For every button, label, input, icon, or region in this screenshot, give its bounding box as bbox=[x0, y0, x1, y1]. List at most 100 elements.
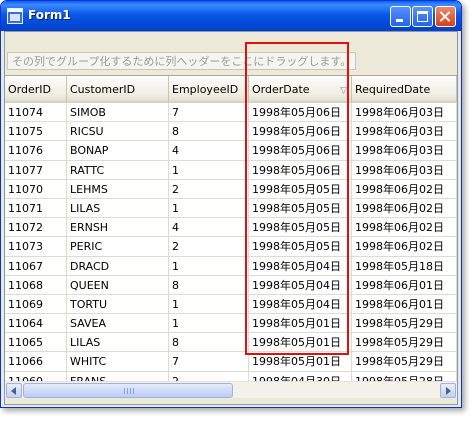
cell-requireddate[interactable]: 1998年06月02日 bbox=[352, 218, 457, 238]
table-row[interactable]: 11067 DRACD 1 1998年05月04日 1998年05月18日 bbox=[5, 256, 457, 276]
cell-requireddate[interactable]: 1998年06月01日 bbox=[352, 275, 457, 295]
table-row[interactable]: 11071 LILAS 1 1998年05月05日 1998年06月02日 bbox=[5, 198, 457, 219]
cell-orderdate[interactable]: 1998年05月04日 bbox=[249, 294, 352, 315]
cell-orderid[interactable]: 11077 bbox=[5, 160, 67, 180]
cell-customerid[interactable]: TORTU bbox=[67, 294, 169, 315]
cell-requireddate[interactable]: 1998年06月02日 bbox=[352, 237, 457, 257]
cell-orderid[interactable]: 11075 bbox=[5, 122, 67, 142]
table-row[interactable]: 11073 PERIC 2 1998年05月05日 1998年06月02日 bbox=[5, 237, 457, 257]
cell-orderdate[interactable]: 1998年05月06日 bbox=[249, 122, 352, 142]
title-bar[interactable]: Form1 bbox=[1, 1, 461, 31]
cell-orderid[interactable]: 11069 bbox=[5, 294, 67, 315]
cell-orderid[interactable]: 11064 bbox=[5, 314, 67, 334]
cell-employeeid[interactable]: 1 bbox=[169, 256, 249, 276]
cell-requireddate[interactable]: 1998年05月29日 bbox=[352, 352, 457, 372]
cell-orderdate[interactable]: 1998年05月06日 bbox=[249, 160, 352, 180]
column-header-orderid[interactable]: OrderID bbox=[5, 76, 67, 103]
column-header-requireddate[interactable]: RequiredDate bbox=[352, 76, 457, 103]
cell-customerid[interactable]: DRACD bbox=[67, 256, 169, 276]
cell-employeeid[interactable]: 2 bbox=[169, 179, 249, 199]
cell-orderdate[interactable]: 1998年05月01日 bbox=[249, 333, 352, 353]
cell-customerid[interactable]: LILAS bbox=[67, 198, 169, 219]
cell-employeeid[interactable]: 4 bbox=[169, 218, 249, 238]
cell-requireddate[interactable]: 1998年05月28日 bbox=[352, 371, 457, 381]
cell-customerid[interactable]: PERIC bbox=[67, 237, 169, 257]
cell-orderid[interactable]: 11067 bbox=[5, 256, 67, 276]
cell-employeeid[interactable]: 1 bbox=[169, 314, 249, 334]
cell-customerid[interactable]: LEHMS bbox=[67, 179, 169, 199]
cell-customerid[interactable]: ERNSH bbox=[67, 218, 169, 238]
table-row[interactable]: 11064 SAVEA 1 1998年05月01日 1998年05月29日 bbox=[5, 314, 457, 334]
cell-customerid[interactable]: RATTC bbox=[67, 160, 169, 180]
cell-employeeid[interactable]: 2 bbox=[169, 237, 249, 257]
cell-requireddate[interactable]: 1998年06月03日 bbox=[352, 160, 457, 180]
scroll-left-arrow-icon[interactable] bbox=[6, 383, 22, 398]
cell-orderdate[interactable]: 1998年05月04日 bbox=[249, 256, 352, 276]
cell-customerid[interactable]: RICSU bbox=[67, 122, 169, 142]
table-row[interactable]: 11072 ERNSH 4 1998年05月05日 1998年06月02日 bbox=[5, 218, 457, 238]
cell-requireddate[interactable]: 1998年06月02日 bbox=[352, 198, 457, 219]
cell-customerid[interactable]: BONAP bbox=[67, 141, 169, 161]
cell-orderid[interactable]: 11060 bbox=[5, 371, 67, 381]
cell-orderdate[interactable]: 1998年05月06日 bbox=[249, 141, 352, 161]
cell-orderid[interactable]: 11068 bbox=[5, 275, 67, 295]
cell-customerid[interactable]: WHITC bbox=[67, 352, 169, 372]
table-row[interactable]: 11077 RATTC 1 1998年05月06日 1998年06月03日 bbox=[5, 160, 457, 180]
cell-customerid[interactable]: LILAS bbox=[67, 333, 169, 353]
cell-employeeid[interactable]: 8 bbox=[169, 122, 249, 142]
table-row[interactable]: 11066 WHITC 7 1998年05月01日 1998年05月29日 bbox=[5, 352, 457, 372]
maximize-button[interactable] bbox=[412, 6, 433, 27]
cell-requireddate[interactable]: 1998年05月29日 bbox=[352, 314, 457, 334]
cell-employeeid[interactable]: 1 bbox=[169, 294, 249, 315]
group-by-area[interactable]: その列でグループ化するために列ヘッダーをここにドラッグします。 bbox=[5, 32, 457, 76]
cell-requireddate[interactable]: 1998年06月03日 bbox=[352, 103, 457, 123]
cell-orderdate[interactable]: 1998年05月05日 bbox=[249, 218, 352, 238]
cell-requireddate[interactable]: 1998年06月03日 bbox=[352, 122, 457, 142]
column-header-customerid[interactable]: CustomerID bbox=[67, 76, 169, 103]
data-grid[interactable]: OrderID CustomerID EmployeeID OrderDate … bbox=[5, 76, 457, 381]
cell-customerid[interactable]: SAVEA bbox=[67, 314, 169, 334]
cell-orderid[interactable]: 11070 bbox=[5, 179, 67, 199]
cell-requireddate[interactable]: 1998年05月18日 bbox=[352, 256, 457, 276]
cell-orderdate[interactable]: 1998年05月05日 bbox=[249, 198, 352, 219]
cell-employeeid[interactable]: 1 bbox=[169, 198, 249, 219]
cell-orderid[interactable]: 11071 bbox=[5, 198, 67, 219]
table-row[interactable]: 11074 SIMOB 7 1998年05月06日 1998年06月03日 bbox=[5, 103, 457, 123]
cell-requireddate[interactable]: 1998年06月01日 bbox=[352, 294, 457, 315]
cell-employeeid[interactable]: 2 bbox=[169, 371, 249, 381]
cell-employeeid[interactable]: 7 bbox=[169, 352, 249, 372]
cell-customerid[interactable]: FRANS bbox=[67, 371, 169, 381]
app-window-icon[interactable] bbox=[7, 8, 23, 24]
column-header-employeeid[interactable]: EmployeeID bbox=[169, 76, 249, 103]
cell-requireddate[interactable]: 1998年05月29日 bbox=[352, 333, 457, 353]
cell-orderdate[interactable]: 1998年04月30日 bbox=[249, 371, 352, 381]
cell-orderdate[interactable]: 1998年05月01日 bbox=[249, 314, 352, 334]
cell-orderdate[interactable]: 1998年05月05日 bbox=[249, 237, 352, 257]
scroll-right-arrow-icon[interactable] bbox=[440, 383, 456, 398]
table-row[interactable]: 11065 LILAS 8 1998年05月01日 1998年05月29日 bbox=[5, 333, 457, 353]
column-header-orderdate[interactable]: OrderDate ▽ bbox=[249, 76, 352, 103]
cell-orderid[interactable]: 11072 bbox=[5, 218, 67, 238]
cell-orderid[interactable]: 11066 bbox=[5, 352, 67, 372]
table-row[interactable]: 11075 RICSU 8 1998年05月06日 1998年06月03日 bbox=[5, 122, 457, 142]
cell-customerid[interactable]: QUEEN bbox=[67, 275, 169, 295]
table-row[interactable]: 11070 LEHMS 2 1998年05月05日 1998年06月02日 bbox=[5, 179, 457, 199]
cell-requireddate[interactable]: 1998年06月02日 bbox=[352, 179, 457, 199]
cell-employeeid[interactable]: 7 bbox=[169, 103, 249, 123]
cell-orderid[interactable]: 11065 bbox=[5, 333, 67, 353]
cell-orderdate[interactable]: 1998年05月06日 bbox=[249, 103, 352, 123]
horizontal-scrollbar[interactable] bbox=[5, 381, 457, 398]
cell-orderid[interactable]: 11073 bbox=[5, 237, 67, 257]
scrollbar-thumb[interactable] bbox=[23, 383, 233, 398]
cell-orderdate[interactable]: 1998年05月01日 bbox=[249, 352, 352, 372]
cell-employeeid[interactable]: 8 bbox=[169, 275, 249, 295]
table-row[interactable]: 11076 BONAP 4 1998年05月06日 1998年06月03日 bbox=[5, 141, 457, 161]
cell-employeeid[interactable]: 4 bbox=[169, 141, 249, 161]
cell-orderid[interactable]: 11074 bbox=[5, 103, 67, 123]
cell-orderdate[interactable]: 1998年05月05日 bbox=[249, 179, 352, 199]
close-button[interactable] bbox=[435, 6, 456, 27]
table-row[interactable]: 11060FRANS21998年04月30日1998年05月28日 bbox=[5, 371, 457, 381]
cell-customerid[interactable]: SIMOB bbox=[67, 103, 169, 123]
cell-requireddate[interactable]: 1998年06月03日 bbox=[352, 141, 457, 161]
cell-orderdate[interactable]: 1998年05月04日 bbox=[249, 275, 352, 295]
